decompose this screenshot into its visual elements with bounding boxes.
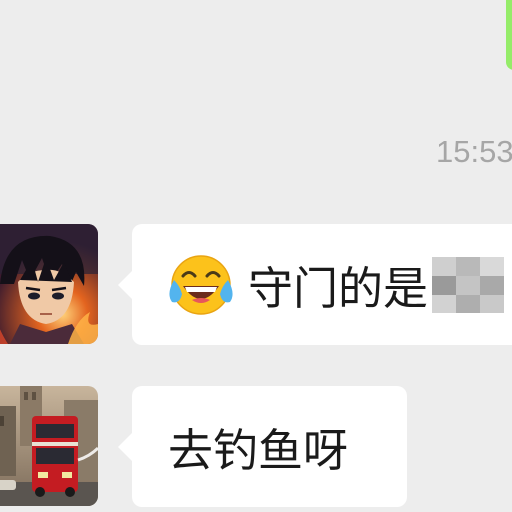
sender-avatar[interactable] xyxy=(0,386,98,506)
message-timestamp: 15:53 xyxy=(436,134,512,169)
anime-character-avatar-icon xyxy=(0,224,98,344)
message-text: 守门的是 xyxy=(248,262,429,315)
outgoing-message-bubble[interactable] xyxy=(506,0,512,70)
sender-avatar[interactable] xyxy=(0,224,98,344)
incoming-message-bubble[interactable]: 守门的是 xyxy=(118,224,512,345)
incoming-message-bubble[interactable]: 去钓鱼呀 xyxy=(118,386,407,507)
chat-window: 15:53 守门的是 去钓鱼呀 xyxy=(0,0,512,512)
message-text: 去钓鱼呀 xyxy=(168,424,349,477)
double-decker-bus-avatar-icon xyxy=(0,386,98,506)
face-with-tears-of-joy-icon xyxy=(169,254,233,315)
pixelated-censor-block xyxy=(432,256,505,313)
